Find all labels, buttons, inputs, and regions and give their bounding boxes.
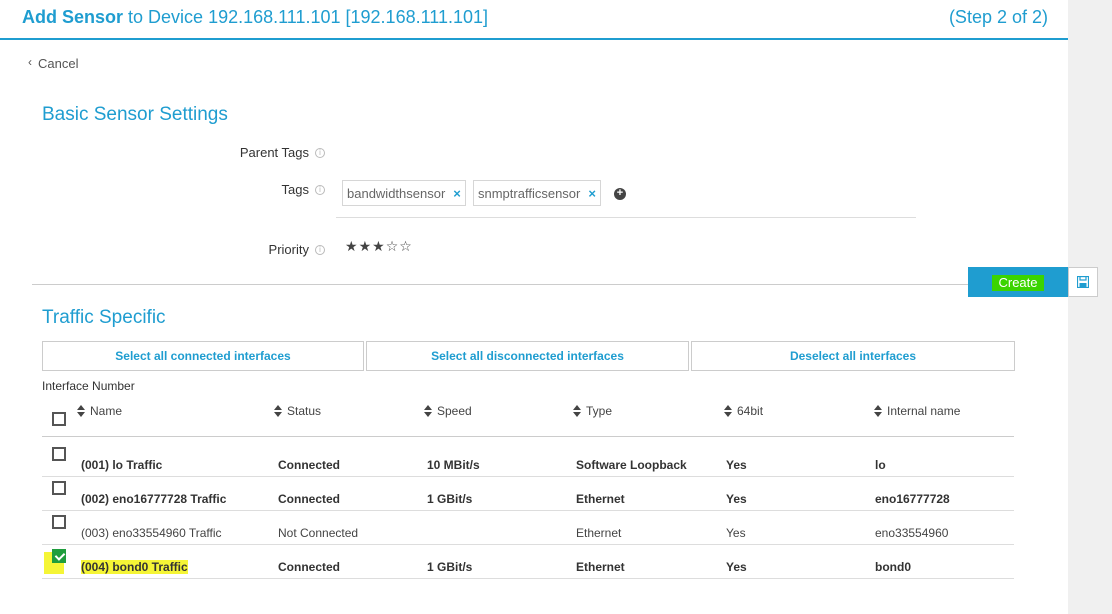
info-icon[interactable]: i [315,245,325,255]
column-header-type[interactable]: Type [572,404,612,436]
cancel-label: Cancel [38,56,79,71]
select-disconnected-button[interactable]: Select all disconnected interfaces [366,341,689,371]
cell-64bit: Yes [726,560,747,574]
table-header-divider [42,436,1014,437]
row-checkbox[interactable] [52,481,66,495]
cell-name: (002) eno16777728 Traffic [81,492,227,506]
sort-icon [423,404,433,418]
chevron-left-icon: ‹ [28,55,32,69]
row-checkbox[interactable] [52,549,66,563]
column-header-64bit[interactable]: 64bit [723,404,763,436]
cell-64bit: Yes [726,526,746,540]
cell-name: (004) bond0 Traffic [81,560,188,574]
tag-chip-label: bandwidthsensor [347,186,446,201]
column-header-name[interactable]: Name [76,404,122,436]
select-connected-button[interactable]: Select all connected interfaces [42,341,364,371]
step-indicator: (Step 2 of 2) [948,7,1048,27]
tag-chip: bandwidthsensor × [342,180,466,206]
cell-type: Software Loopback [576,458,687,472]
cell-type: Ethernet [576,526,622,540]
traffic-specific-title: Traffic Specific [42,307,166,328]
page-title: Add Sensor to Device 192.168.111.101 [19… [22,7,488,28]
page-title-bold: Add Sensor [22,7,124,27]
star-icon[interactable]: ☆ [399,239,413,255]
close-icon[interactable]: × [453,186,461,201]
cell-internal-name: bond0 [875,560,911,574]
sort-icon [723,404,733,418]
cell-internal-name: lo [875,458,886,472]
deselect-all-button[interactable]: Deselect all interfaces [691,341,1015,371]
column-header-internal-name[interactable]: Internal name [873,404,960,436]
cell-64bit: Yes [726,492,747,506]
tags-label: Tags i [282,182,325,197]
tag-chip-label: snmptrafficsensor [478,186,581,201]
info-icon[interactable]: i [315,185,325,195]
cell-64bit: Yes [726,458,747,472]
close-icon[interactable]: × [588,186,596,201]
tags-input[interactable]: bandwidthsensor × snmptrafficsensor × + [336,180,916,218]
star-icon[interactable]: ★ [359,239,373,255]
cell-status: Connected [278,458,341,472]
info-icon[interactable]: i [315,148,325,158]
page-header: Add Sensor to Device 192.168.111.101 [19… [0,0,1068,40]
cell-internal-name: eno33554960 [875,526,949,540]
priority-stars[interactable]: ★★★☆☆ [345,239,413,255]
row-checkbox[interactable] [52,515,66,529]
cell-speed: 10 MBit/s [427,458,480,472]
cell-status: Connected [278,492,341,506]
cancel-link[interactable]: ‹ Cancel [28,55,79,71]
parent-tags-label: Parent Tags i [240,145,325,160]
star-icon[interactable]: ☆ [386,239,400,255]
column-header-speed[interactable]: Speed [423,404,472,436]
sort-icon [572,404,582,418]
cell-name: (001) lo Traffic [81,458,163,472]
plus-circle-icon[interactable]: + [614,188,626,200]
right-side-panel [1068,0,1112,614]
star-icon[interactable]: ★ [372,239,386,255]
table-row[interactable]: (001) lo Traffic Connected 10 MBit/s Sof… [42,444,1014,477]
table-row[interactable]: (003) eno33554960 Traffic Not Connected … [42,512,1014,545]
interface-number-label: Interface Number [42,379,135,393]
tag-chip: snmptrafficsensor × [473,180,601,206]
sort-icon [273,404,283,418]
sort-icon [873,404,883,418]
table-row[interactable]: (004) bond0 Traffic Connected 1 GBit/s E… [42,546,1014,579]
cell-name-highlighted: (004) bond0 Traffic [81,560,188,574]
save-button[interactable] [1068,267,1098,297]
star-icon[interactable]: ★ [345,239,359,255]
create-button-label: Create [992,275,1044,291]
cell-status: Not Connected [278,526,359,540]
cell-status: Connected [278,560,341,574]
cell-type: Ethernet [576,560,625,574]
column-header-status[interactable]: Status [273,404,321,436]
table-row[interactable]: (002) eno16777728 Traffic Connected 1 GB… [42,478,1014,511]
priority-label: Priority i [269,242,325,257]
sort-icon [76,404,86,418]
cell-internal-name: eno16777728 [875,492,950,506]
cell-type: Ethernet [576,492,625,506]
cell-speed: 1 GBit/s [427,492,473,506]
cell-name: (003) eno33554960 Traffic [81,526,222,540]
page-title-rest: to Device 192.168.111.101 [192.168.111.1… [128,7,488,27]
cell-speed: 1 GBit/s [427,560,473,574]
create-button[interactable]: Create [968,267,1068,297]
floppy-disk-icon [1077,276,1089,288]
divider [32,284,968,285]
basic-settings-title: Basic Sensor Settings [42,104,228,125]
select-all-checkbox[interactable] [52,412,66,426]
row-checkbox[interactable] [52,447,66,461]
